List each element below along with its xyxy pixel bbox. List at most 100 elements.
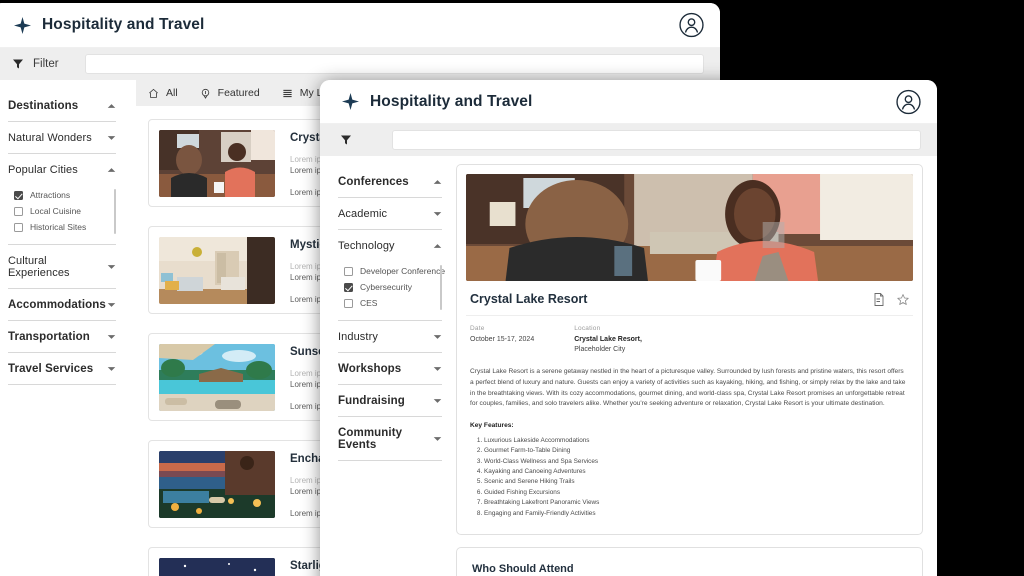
sparkle-icon bbox=[342, 93, 359, 110]
checkbox-local-cuisine[interactable]: Local Cuisine bbox=[14, 203, 116, 219]
front-window[interactable]: Hospitality and Travel Conferences bbox=[320, 80, 937, 576]
star-outline-icon[interactable] bbox=[897, 293, 909, 306]
chevron-down-icon[interactable] bbox=[433, 436, 442, 442]
key-feature-item: Engaging and Family-Friendly Activities bbox=[484, 509, 909, 519]
accordion-header[interactable]: Popular Cities bbox=[8, 154, 116, 185]
sunset-poolside-photo bbox=[159, 451, 275, 518]
chevron-down-icon[interactable] bbox=[107, 135, 116, 141]
chevron-up-icon[interactable] bbox=[433, 243, 442, 249]
back-filter-bar: Filter bbox=[0, 48, 720, 80]
sidebar-item-transportation[interactable]: Transportation bbox=[8, 321, 116, 353]
user-avatar-icon[interactable] bbox=[896, 89, 921, 114]
checkbox-box[interactable] bbox=[14, 191, 23, 200]
accordion-header[interactable]: Conferences bbox=[338, 166, 442, 197]
key-feature-item: World-Class Wellness and Spa Services bbox=[484, 457, 909, 467]
accordion-header[interactable]: Fundraising bbox=[338, 385, 442, 416]
accordion-header[interactable]: Accommodations bbox=[8, 289, 116, 320]
key-feature-item: Luxurious Lakeside Accommodations bbox=[484, 436, 909, 446]
chevron-down-icon[interactable] bbox=[107, 264, 116, 270]
search-input[interactable] bbox=[392, 130, 921, 150]
checkbox-box[interactable] bbox=[344, 299, 353, 308]
sidebar-item-popular-cities[interactable]: Popular Cities Attractions Local Cuisine bbox=[8, 154, 116, 245]
sidebar-item-fundraising[interactable]: Fundraising bbox=[338, 385, 442, 417]
desktop-background: Hospitality and Travel Filter Destinatio… bbox=[0, 0, 1024, 576]
listing-thumbnail bbox=[159, 344, 275, 411]
sidebar-item-conferences[interactable]: Conferences bbox=[338, 166, 442, 198]
cafe-conversation-photo bbox=[466, 174, 913, 281]
front-content-area: Crystal Lake Resort bbox=[452, 156, 937, 576]
chevron-down-icon[interactable] bbox=[107, 366, 116, 372]
key-feature-item: Breathtaking Lakefront Panoramic Views bbox=[484, 498, 909, 508]
accordion-header[interactable]: Technology bbox=[338, 230, 442, 261]
checkbox-cybersecurity[interactable]: Cybersecurity bbox=[344, 279, 442, 295]
sidebar-item-academic[interactable]: Academic bbox=[338, 198, 442, 230]
chevron-up-icon[interactable] bbox=[107, 103, 116, 109]
sidebar-item-industry[interactable]: Industry bbox=[338, 321, 442, 353]
checkbox-group: Developer Conference Cybersecurity CES bbox=[338, 261, 442, 320]
checkbox-attractions[interactable]: Attractions bbox=[14, 187, 116, 203]
accordion-header[interactable]: Natural Wonders bbox=[8, 122, 116, 153]
front-window-body: Conferences Academic Technology bbox=[320, 156, 937, 576]
checkbox-developer-conference[interactable]: Developer Conference bbox=[344, 263, 442, 279]
accordion-label: Academic bbox=[338, 208, 387, 220]
list-icon bbox=[282, 88, 293, 99]
tab-all[interactable]: All bbox=[148, 87, 178, 99]
checkbox-box[interactable] bbox=[14, 223, 23, 232]
chevron-down-icon[interactable] bbox=[433, 211, 442, 217]
key-feature-item: Kayaking and Canoeing Adventures bbox=[484, 467, 909, 477]
sidebar-item-community-events[interactable]: Community Events bbox=[338, 417, 442, 461]
accordion-label: Workshops bbox=[338, 363, 401, 375]
front-filter-bar bbox=[320, 124, 937, 156]
accordion-header[interactable]: Destinations bbox=[8, 90, 116, 121]
accordion-header[interactable]: Industry bbox=[338, 321, 442, 352]
location-name: Crystal Lake Resort, bbox=[574, 336, 642, 343]
accordion-header[interactable]: Workshops bbox=[338, 353, 442, 384]
search-input[interactable] bbox=[85, 54, 704, 74]
page-title: Hospitality and Travel bbox=[370, 93, 532, 111]
detail-panel: Crystal Lake Resort bbox=[456, 164, 923, 535]
checkbox-box[interactable] bbox=[344, 267, 353, 276]
sidebar-item-technology[interactable]: Technology Developer Conference Cybersec… bbox=[338, 230, 442, 321]
hotel-room-photo bbox=[159, 237, 275, 304]
beach-pool-photo bbox=[159, 344, 275, 411]
chevron-up-icon[interactable] bbox=[433, 179, 442, 185]
sidebar-item-travel-services[interactable]: Travel Services bbox=[8, 353, 116, 385]
checkbox-box[interactable] bbox=[344, 283, 353, 292]
chevron-down-icon[interactable] bbox=[433, 366, 442, 372]
accordion-label: Conferences bbox=[338, 176, 409, 188]
accordion-label: Fundraising bbox=[338, 395, 405, 407]
accordion-label: Transportation bbox=[8, 331, 90, 343]
accordion-header[interactable]: Community Events bbox=[338, 417, 442, 460]
date-value: October 15-17, 2024 bbox=[470, 335, 534, 345]
chevron-up-icon[interactable] bbox=[107, 167, 116, 173]
chevron-down-icon[interactable] bbox=[107, 334, 116, 340]
chevron-down-icon[interactable] bbox=[433, 398, 442, 404]
tab-featured[interactable]: Featured bbox=[200, 87, 260, 99]
sidebar-item-natural-wonders[interactable]: Natural Wonders bbox=[8, 122, 116, 154]
front-window-titlebar: Hospitality and Travel bbox=[320, 80, 937, 124]
accordion-header[interactable]: Transportation bbox=[8, 321, 116, 352]
accordion-header[interactable]: Academic bbox=[338, 198, 442, 229]
listing-thumbnail bbox=[159, 451, 275, 518]
checkbox-ces[interactable]: CES bbox=[344, 295, 442, 311]
accordion-header[interactable]: Travel Services bbox=[8, 353, 116, 384]
key-features-label: Key Features: bbox=[466, 410, 913, 429]
funnel-icon[interactable] bbox=[340, 134, 352, 146]
accordion-label: Travel Services bbox=[8, 363, 93, 375]
accordion-header[interactable]: Cultural Experiences bbox=[8, 245, 116, 288]
checkbox-label: Developer Conference bbox=[360, 266, 445, 276]
checkbox-historical-sites[interactable]: Historical Sites bbox=[14, 219, 116, 235]
user-avatar-icon[interactable] bbox=[679, 13, 704, 38]
sidebar-item-destinations[interactable]: Destinations bbox=[8, 90, 116, 122]
document-icon[interactable] bbox=[873, 293, 885, 306]
sidebar-item-cultural-experiences[interactable]: Cultural Experiences bbox=[8, 245, 116, 289]
detail-meta-row: Date October 15-17, 2024 Location Crysta… bbox=[466, 316, 913, 358]
sidebar-item-accommodations[interactable]: Accommodations bbox=[8, 289, 116, 321]
listing-thumbnail bbox=[159, 130, 275, 197]
funnel-icon[interactable] bbox=[12, 58, 24, 70]
checkbox-box[interactable] bbox=[14, 207, 23, 216]
chevron-down-icon[interactable] bbox=[107, 302, 116, 308]
tab-label: Featured bbox=[218, 87, 260, 99]
chevron-down-icon[interactable] bbox=[433, 334, 442, 340]
sidebar-item-workshops[interactable]: Workshops bbox=[338, 353, 442, 385]
